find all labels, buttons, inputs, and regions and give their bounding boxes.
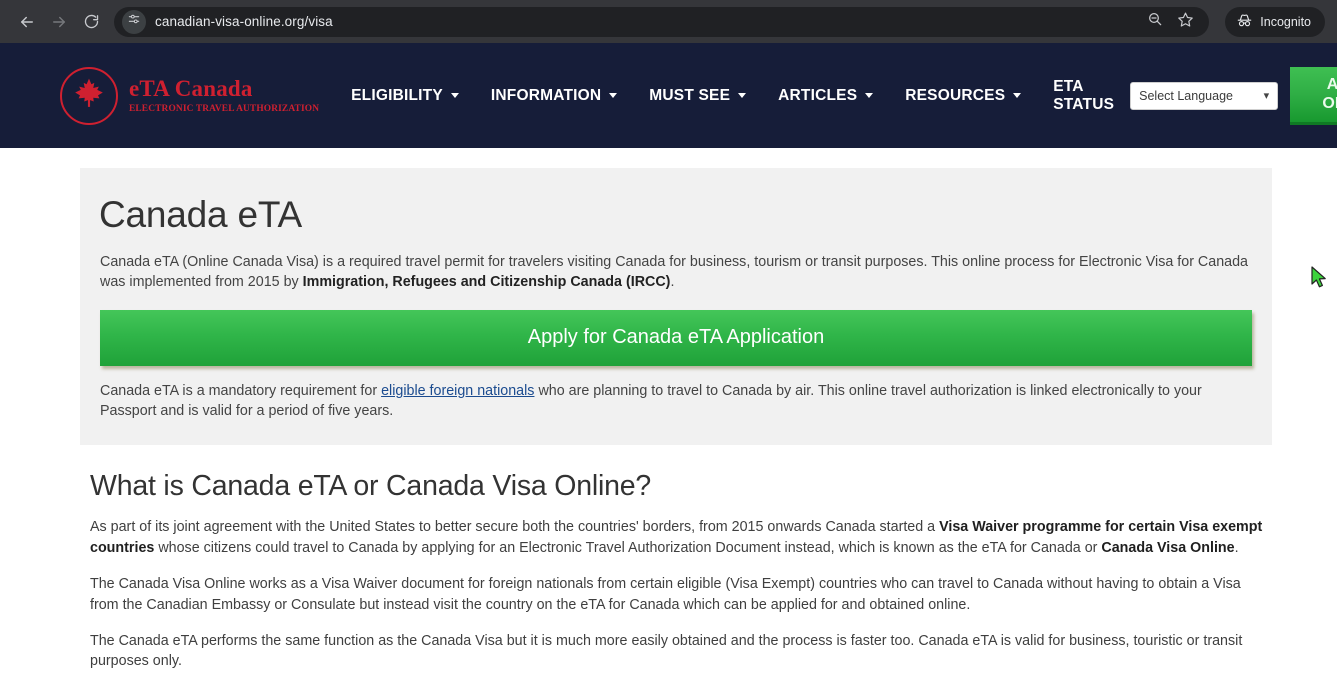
incognito-indicator[interactable]: Incognito [1225,6,1325,37]
eligible-foreign-nationals-link[interactable]: eligible foreign nationals [381,383,534,399]
apply-online-label-line2: ONLINE [1322,95,1337,112]
browser-toolbar: canadian-visa-online.org/visa Incognito [0,0,1337,43]
site-navbar: eTA Canada ELECTRONIC TRAVEL AUTHORIZATI… [0,43,1337,148]
chevron-down-icon [450,93,459,98]
hero-note-text-1: Canada eTA is a mandatory requirement fo… [100,382,382,399]
nav-item-information[interactable]: INFORMATION [475,81,633,111]
section-paragraph-1: As part of its joint agreement with the … [90,517,1267,558]
nav-item-resources[interactable]: RESOURCES [889,81,1037,111]
zoom-out-button[interactable] [1141,8,1169,36]
bookmark-button[interactable] [1171,8,1199,36]
page-title: Canada eTA [99,194,302,235]
chevron-down-icon [1013,93,1022,98]
nav-label-articles: ARTICLES [778,86,858,104]
incognito-label: Incognito [1260,14,1311,29]
apply-online-button[interactable]: APPLY ONLINE [1290,66,1337,125]
nav-label-must-see: MUST SEE [649,86,731,104]
section-heading: What is Canada eTA or Canada Visa Online… [90,470,652,503]
chevron-down-icon [738,93,747,98]
section-paragraph-3: The Canada eTA performs the same functio… [90,631,1267,672]
para2-text-1: The Canada Visa Online works as a Visa W… [90,576,1241,613]
apply-cta-label: Apply for Canada eTA Application [527,326,825,349]
language-select[interactable]: Select Language ▾ [1130,81,1279,110]
apply-online-label-line1: APPLY [1326,75,1337,93]
logo-circle [60,66,118,125]
what-is-eta-section: What is Canada eTA or Canada Visa Online… [90,470,1267,675]
brand-subtitle: ELECTRONIC TRAVEL AUTHORIZATION [129,103,320,114]
reload-button[interactable] [76,7,106,37]
brand-title: eTA Canada [129,76,253,102]
url-text: canadian-visa-online.org/visa [155,14,333,29]
hero-panel: Canada eTA Canada eTA (Online Canada Vis… [80,168,1272,446]
para1-bold-2: Canada Visa Online [1101,539,1235,556]
nav-label-eta-status-line2: STATUS [1053,95,1115,113]
section-paragraph-2: The Canada Visa Online works as a Visa W… [90,574,1267,615]
zoom-out-icon [1147,11,1163,32]
chevron-down-icon: ▾ [1263,90,1270,102]
nav-item-articles[interactable]: ARTICLES [762,81,889,111]
back-button[interactable] [12,7,42,37]
nav-label-information: INFORMATION [490,86,602,104]
maple-leaf-icon [72,76,106,115]
para1-text-3: . [1234,539,1239,556]
address-bar[interactable]: canadian-visa-online.org/visa [114,6,1210,37]
chevron-down-icon [865,93,874,98]
forward-arrow-icon [50,13,68,31]
chevron-down-icon [609,93,618,98]
page-content: Canada eTA Canada eTA (Online Canada Vis… [0,168,1337,675]
incognito-hat-icon [1236,12,1253,32]
hero-intro-paragraph: Canada eTA (Online Canada Visa) is a req… [98,252,1254,293]
para1-text-2: whose citizens could travel to Canada by… [154,539,1102,556]
nav-item-eligibility[interactable]: ELIGIBILITY [335,81,475,111]
forward-button[interactable] [44,7,74,37]
nav-label-resources: RESOURCES [905,86,1006,104]
para3-text-1: The Canada eTA performs the same functio… [90,632,1243,670]
back-arrow-icon [18,13,36,31]
nav-item-must-see[interactable]: MUST SEE [633,81,762,111]
tune-settings-icon [127,12,141,31]
main-menu: ELIGIBILITY INFORMATION MUST SEE ARTICLE… [335,72,1130,120]
hero-intro-bold: Immigration, Refugees and Citizenship Ca… [302,274,671,291]
site-logo[interactable]: eTA Canada ELECTRONIC TRAVEL AUTHORIZATI… [60,66,320,125]
nav-label-eligibility: ELIGIBILITY [351,86,443,104]
nav-label-eta-status-line1: ETA [1053,77,1084,95]
language-select-value: Select Language [1139,88,1233,103]
hero-note-paragraph: Canada eTA is a mandatory requirement fo… [98,381,1254,422]
site-info-button[interactable] [122,9,146,34]
para1-text-1: As part of its joint agreement with the … [90,519,940,536]
apply-cta-button[interactable]: Apply for Canada eTA Application [100,309,1252,366]
hero-intro-text-2: . [670,274,675,291]
nav-item-eta-status[interactable]: ETA STATUS [1037,72,1130,120]
star-icon [1177,11,1194,33]
reload-icon [83,13,100,30]
